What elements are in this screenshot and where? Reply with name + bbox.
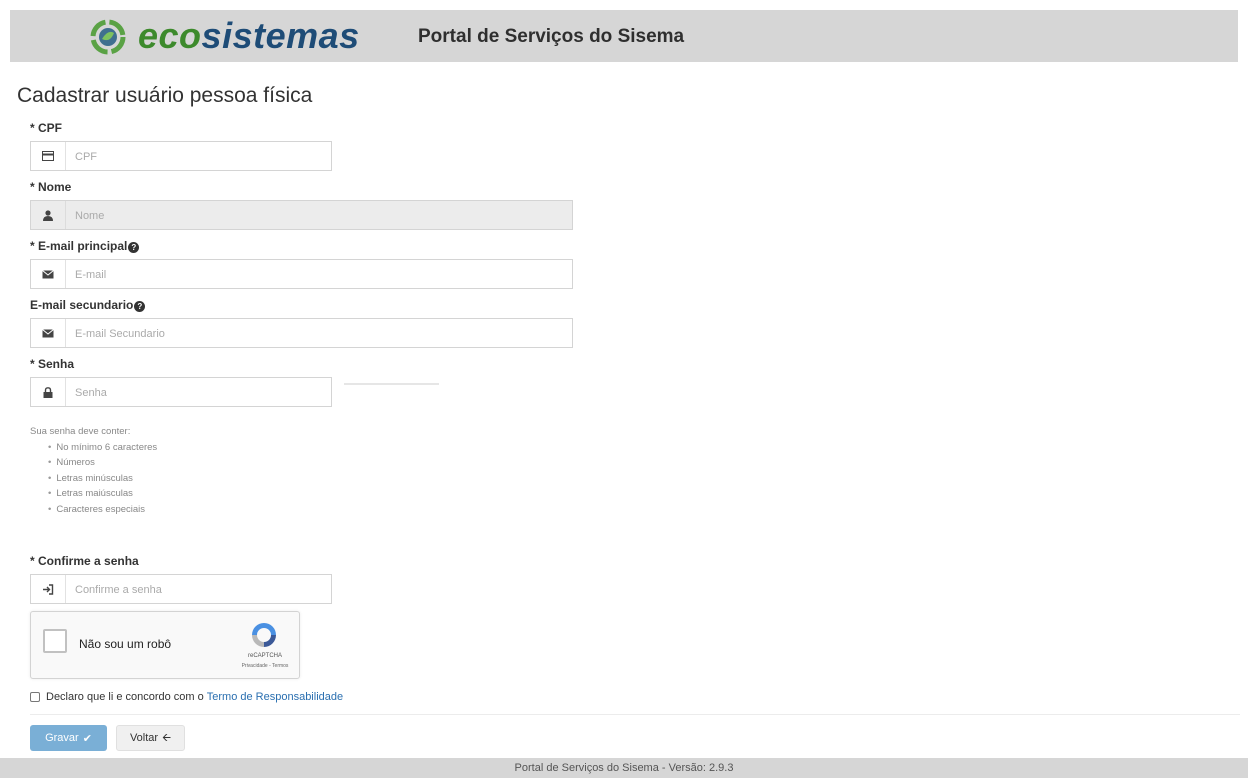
- recaptcha-label: Não sou um robô: [79, 637, 172, 651]
- brand-sistemas: sistemas: [201, 15, 360, 56]
- sign-in-icon: [31, 575, 66, 603]
- email-principal-field: [30, 259, 573, 289]
- password-rule: Caracteres especiais: [48, 502, 157, 518]
- lock-icon: [31, 378, 66, 406]
- envelope-icon: [31, 260, 66, 288]
- ecosistemas-logo-icon: [90, 19, 126, 55]
- confirme-senha-input[interactable]: [73, 579, 327, 601]
- recaptcha-checkbox[interactable]: [43, 629, 67, 653]
- email-principal-label-text: * E-mail principal: [30, 239, 128, 253]
- page-title: Cadastrar usuário pessoa física: [17, 84, 313, 107]
- id-card-icon: [31, 142, 66, 170]
- senha-label: * Senha: [30, 357, 75, 371]
- email-secundario-label-text: E-mail secundario: [30, 298, 134, 312]
- arrow-left-icon: 🡨: [162, 731, 172, 744]
- recaptcha-terms[interactable]: Privacidade - Termos: [231, 663, 299, 669]
- recaptcha-brand: reCAPTCHA: [247, 653, 282, 659]
- email-principal-label: * E-mail principal?: [30, 239, 140, 253]
- brand-wordmark: ecosistemas: [138, 14, 360, 58]
- terms-row: Declaro que li e concordo com o Termo de…: [30, 691, 343, 703]
- save-button[interactable]: Gravar ✔: [30, 725, 107, 751]
- terms-link[interactable]: Termo de Responsabilidade: [207, 691, 343, 703]
- terms-text: Declaro que li e concordo com o: [46, 691, 204, 703]
- user-icon: [31, 201, 66, 229]
- email-secundario-field: [30, 318, 573, 348]
- nome-field: [30, 200, 573, 230]
- recaptcha-logo-icon: [252, 623, 276, 647]
- back-button-label: Voltar: [129, 732, 159, 744]
- cpf-label: * CPF: [30, 121, 63, 135]
- divider: [30, 714, 1240, 715]
- header-bar: ecosistemas Portal de Serviços do Sisema: [10, 10, 1238, 62]
- question-circle-icon[interactable]: ?: [128, 242, 140, 253]
- senha-field: [30, 377, 332, 407]
- save-button-label: Gravar: [45, 732, 79, 744]
- password-rule: Letras minúsculas: [48, 471, 157, 487]
- password-rule: Letras maiúsculas: [48, 486, 157, 502]
- senha-input[interactable]: [73, 382, 327, 404]
- password-strength-meter: [344, 383, 439, 385]
- email-secundario-input[interactable]: [73, 323, 567, 345]
- confirme-senha-field: [30, 574, 332, 604]
- envelope-icon: [31, 319, 66, 347]
- nome-input[interactable]: [73, 205, 567, 227]
- cpf-input[interactable]: [73, 146, 327, 168]
- password-rule: No mínimo 6 caracteres: [48, 440, 157, 456]
- terms-checkbox[interactable]: [30, 692, 40, 702]
- nome-label: * Nome: [30, 180, 72, 194]
- password-hint: Sua senha deve conter: No mínimo 6 carac…: [30, 424, 157, 517]
- portal-title: Portal de Serviços do Sisema: [418, 26, 685, 47]
- question-circle-icon[interactable]: ?: [134, 301, 146, 312]
- back-button[interactable]: Voltar 🡨: [116, 725, 185, 751]
- recaptcha-widget: Não sou um robô reCAPTCHA Privacidade - …: [30, 611, 300, 679]
- email-principal-input[interactable]: [73, 264, 567, 286]
- footer: Portal de Serviços do Sisema - Versão: 2…: [0, 758, 1248, 778]
- email-secundario-label: E-mail secundario?: [30, 298, 146, 312]
- password-rule: Números: [48, 455, 157, 471]
- password-rules-list: No mínimo 6 caracteres Números Letras mi…: [30, 440, 157, 518]
- brand-eco: eco: [138, 15, 202, 56]
- check-icon: ✔: [82, 732, 92, 745]
- password-hint-intro: Sua senha deve conter:: [30, 426, 131, 437]
- confirme-senha-label: * Confirme a senha: [30, 554, 139, 568]
- cpf-field: [30, 141, 332, 171]
